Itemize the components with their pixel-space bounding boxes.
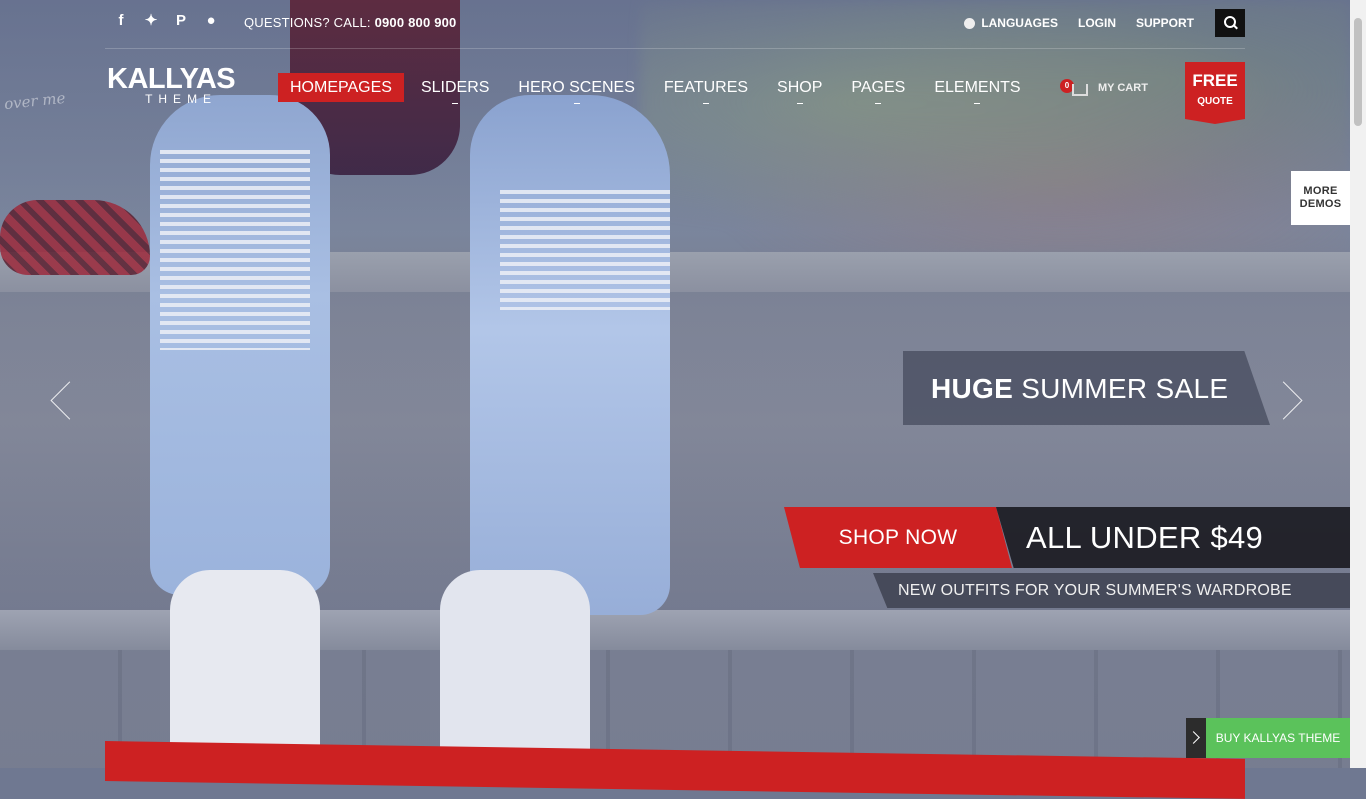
nav-item-label: SLIDERS xyxy=(420,79,490,96)
nav-item-label: ELEMENTS xyxy=(934,79,1021,96)
twitter-icon[interactable]: ✦ xyxy=(143,13,159,29)
flannel-shirt xyxy=(0,200,150,275)
price-caption: ALL UNDER $49 xyxy=(996,507,1350,568)
page-scrollbar[interactable] xyxy=(1350,0,1366,768)
login-link[interactable]: LOGIN xyxy=(1078,16,1116,30)
nav-item-elements[interactable]: ELEMENTS xyxy=(922,73,1032,104)
shoe-right xyxy=(440,570,590,768)
nav-item-features[interactable]: FEATURES xyxy=(652,73,760,104)
more-demos-line1: MORE xyxy=(1303,185,1338,197)
top-right-links: LANGUAGES LOGIN SUPPORT xyxy=(944,9,1245,37)
languages-link[interactable]: LANGUAGES xyxy=(964,16,1058,30)
jeans-rip xyxy=(160,150,310,350)
buy-theme-button[interactable]: BUY KALLYAS THEME xyxy=(1206,718,1350,758)
contact-phone: QUESTIONS? CALL: 0900 800 900 xyxy=(244,15,457,30)
free-quote-line2: QUOTE xyxy=(1197,96,1233,107)
hero-caption-title: HUGE SUMMER SALE xyxy=(903,351,1270,425)
search-button[interactable] xyxy=(1215,9,1245,37)
scrollbar-thumb[interactable] xyxy=(1354,18,1362,126)
shoe-left xyxy=(170,570,320,768)
nav-item-homepages[interactable]: HOMEPAGES xyxy=(278,73,404,102)
nav-item-pages[interactable]: PAGES xyxy=(839,73,917,104)
photo-graffiti-text: over me xyxy=(3,88,67,114)
nav-item-sliders[interactable]: SLIDERS xyxy=(409,73,501,104)
more-demos-line2: DEMOS xyxy=(1299,198,1342,210)
site-logo[interactable]: KALLYAS THEME xyxy=(107,63,236,106)
cart-icon xyxy=(1072,84,1088,96)
free-quote-line1: FREE xyxy=(1192,71,1238,90)
jeans-rip xyxy=(500,190,670,310)
languages-label: LANGUAGES xyxy=(981,16,1058,30)
nav-item-label: FEATURES xyxy=(663,79,749,96)
support-link[interactable]: SUPPORT xyxy=(1136,16,1194,30)
hero-caption-bold: HUGE xyxy=(931,373,1014,404)
more-demos-button[interactable]: MORE DEMOS xyxy=(1291,171,1350,225)
nav-item-label: SHOP xyxy=(777,79,823,96)
hero-caption-rest: SUMMER SALE xyxy=(1013,373,1229,404)
my-cart[interactable]: 0 MY CART xyxy=(1060,76,1148,96)
nav-item-label: PAGES xyxy=(851,79,906,96)
social-links: f ✦ P ● xyxy=(113,13,219,29)
nav-item-hero-scenes[interactable]: HERO SCENES xyxy=(506,73,646,104)
phone-number[interactable]: 0900 800 900 xyxy=(375,15,457,30)
nav-item-label: HOMEPAGES xyxy=(290,79,392,96)
top-bar: f ✦ P ● QUESTIONS? CALL: 0900 800 900 LA… xyxy=(105,0,1245,49)
logo-main-text: KALLYAS xyxy=(107,63,236,95)
nav-item-label: HERO SCENES xyxy=(518,79,635,96)
jeans-right-leg xyxy=(470,95,670,615)
cart-label: MY CART xyxy=(1098,82,1148,94)
buy-theme-toggle[interactable] xyxy=(1186,718,1206,758)
globe-icon xyxy=(964,17,976,29)
buy-theme-widget: BUY KALLYAS THEME xyxy=(1186,718,1350,758)
main-nav: HOMEPAGES SLIDERS HERO SCENES FEATURES S… xyxy=(278,73,1038,104)
nav-item-shop[interactable]: SHOP xyxy=(765,73,834,104)
blog-icon[interactable]: ● xyxy=(203,13,219,29)
questions-label: QUESTIONS? CALL: xyxy=(244,15,375,30)
facebook-icon[interactable]: f xyxy=(113,13,129,29)
free-quote-button[interactable]: FREE QUOTE xyxy=(1185,62,1245,124)
shop-now-button[interactable]: SHOP NOW xyxy=(784,507,1012,568)
pinterest-icon[interactable]: P xyxy=(173,13,189,29)
hero-subtext: NEW OUTFITS FOR YOUR SUMMER'S WARDROBE xyxy=(873,573,1350,608)
